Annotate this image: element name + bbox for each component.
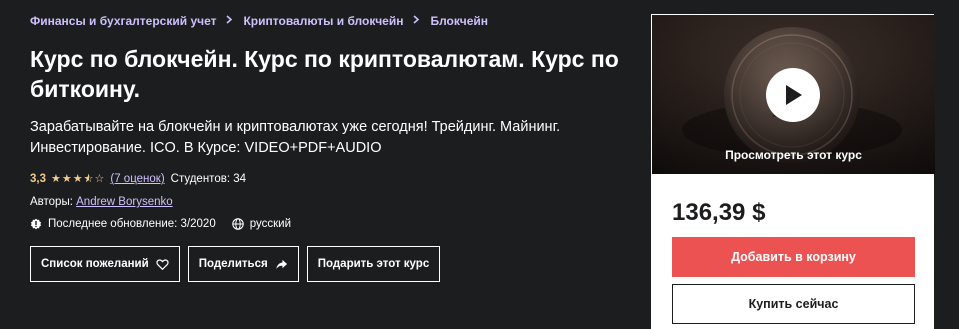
heart-icon: [156, 258, 169, 270]
author-link[interactable]: Andrew Borysenko: [76, 196, 173, 208]
star-half-icon: ☆★: [83, 172, 94, 185]
meta-row: Последнее обновление: 3/2020 русский: [30, 218, 291, 230]
share-arrow-icon: [276, 259, 287, 269]
authors-row: Авторы: Andrew Borysenko: [30, 196, 173, 208]
action-buttons: Список пожеланий Поделиться Подарить это…: [30, 246, 441, 282]
star-full-icon: ★: [61, 172, 72, 185]
gift-course-button[interactable]: Подарить этот курс: [306, 246, 441, 282]
share-button[interactable]: Поделиться: [187, 246, 299, 282]
globe-icon: [231, 218, 244, 230]
star-full-icon: ★: [51, 172, 61, 185]
last-updated: Последнее обновление: 3/2020: [48, 218, 216, 230]
course-subtitle: Зарабатывайте на блокчейн и криптовалюта…: [30, 119, 561, 156]
course-title: Курс по блокчейн. Курс по криптовалютам.…: [30, 46, 619, 102]
breadcrumb-item-crypto[interactable]: Криптовалюты и блокчейн: [243, 14, 403, 28]
share-label: Поделиться: [198, 258, 268, 270]
reviews-link[interactable]: (7 оценок): [110, 173, 164, 185]
course-preview[interactable]: B Просмотреть этот курс: [652, 15, 935, 174]
buy-now-button[interactable]: Купить сейчас: [672, 284, 915, 324]
breadcrumb: Финансы и бухгалтерский учет Криптовалют…: [30, 14, 488, 28]
star-full-icon: ★: [72, 172, 83, 185]
preview-label: Просмотреть этот курс: [725, 148, 862, 162]
chevron-right-icon: [413, 15, 420, 27]
add-to-cart-button[interactable]: Добавить в корзину: [672, 237, 915, 277]
play-icon[interactable]: [766, 68, 820, 122]
alert-badge-icon: [30, 218, 42, 230]
purchase-card: B Просмотреть этот курс 136,39 $ Добавит…: [651, 14, 935, 329]
wishlist-label: Список пожеланий: [41, 258, 149, 270]
rating-stars: ★ ★ ★ ☆★ ☆: [51, 172, 105, 185]
students-count: Студентов: 34: [170, 173, 247, 185]
gift-label: Подарить этот курс: [317, 258, 430, 270]
authors-label: Авторы:: [30, 196, 73, 208]
course-language: русский: [249, 218, 292, 230]
star-empty-icon: ☆: [94, 172, 105, 185]
rating-row: 3,3 ★ ★ ★ ☆★ ☆ (7 оценок) Студентов: 34: [30, 173, 246, 185]
wishlist-button[interactable]: Список пожеланий: [30, 246, 180, 282]
rating-value: 3,3: [30, 173, 46, 185]
course-price: 136,39 $: [672, 199, 766, 226]
breadcrumb-item-blockchain[interactable]: Блокчейн: [430, 14, 488, 28]
breadcrumb-item-finance[interactable]: Финансы и бухгалтерский учет: [30, 14, 216, 28]
chevron-right-icon: [226, 15, 233, 27]
